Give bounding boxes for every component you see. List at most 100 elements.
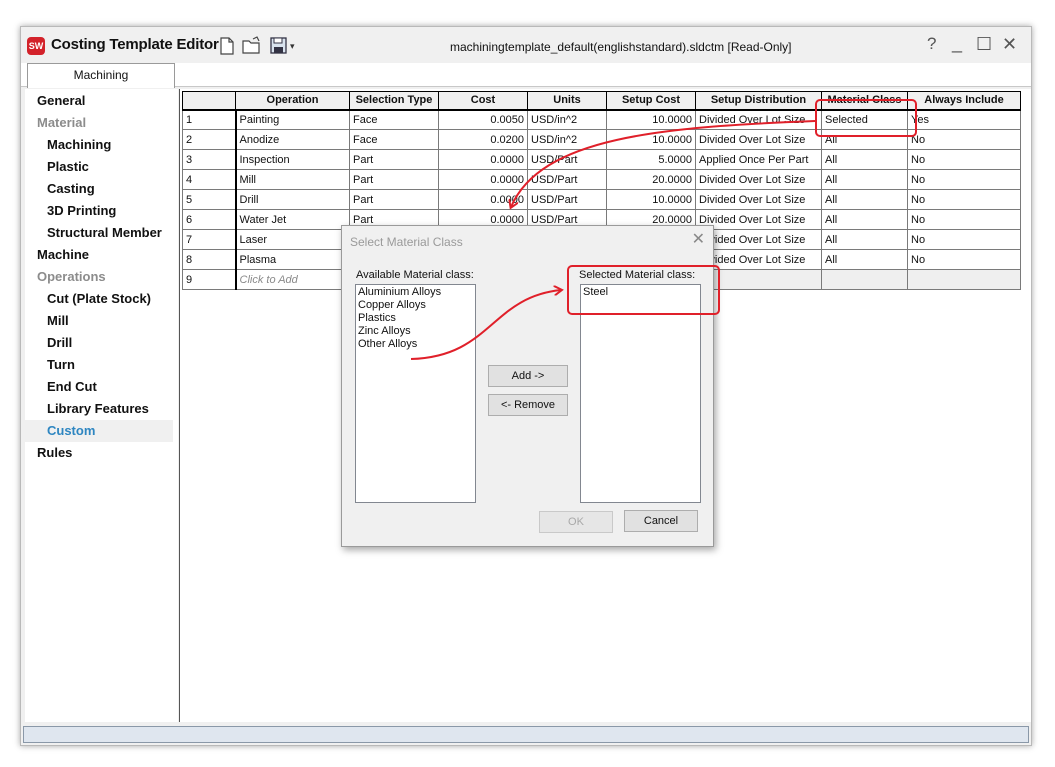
nav-item-machine[interactable]: Machine — [25, 244, 173, 266]
nav-item-cut-plate-stock[interactable]: Cut (Plate Stock) — [25, 288, 173, 310]
nav-item-casting[interactable]: Casting — [25, 178, 173, 200]
nav-item-3d-printing[interactable]: 3D Printing — [25, 200, 173, 222]
column-header-setup-distribution[interactable]: Setup Distribution — [695, 91, 822, 111]
cell-material-class[interactable]: All — [821, 189, 908, 210]
list-item[interactable]: Other Alloys — [358, 338, 473, 351]
minimize-button[interactable]: _ — [952, 33, 962, 53]
open-folder-icon[interactable] — [241, 36, 263, 56]
cell-selection-type[interactable]: Face — [349, 129, 439, 150]
cell-setup-distribution[interactable]: Applied Once Per Part — [695, 149, 822, 170]
remove-button[interactable]: <- Remove — [488, 394, 568, 416]
cell-cost[interactable]: 0.0000 — [438, 149, 528, 170]
table-row[interactable]: 4 Mill Part 0.0000 USD/Part 20.0000 Divided Ov… — [182, 169, 1021, 190]
nav-item-end-cut[interactable]: End Cut — [25, 376, 173, 398]
cell-units[interactable]: USD/Part — [527, 149, 607, 170]
row-number: 4 — [182, 169, 237, 190]
column-header-selection-type[interactable]: Selection Type — [349, 91, 439, 111]
cell-cost[interactable]: 0.0000 — [438, 169, 528, 190]
cell-setup-distribution[interactable]: Divided Over Lot Size — [695, 189, 822, 210]
dropdown-arrow-icon[interactable]: ▾ — [290, 36, 295, 56]
cell-setup-cost[interactable]: 20.0000 — [606, 169, 696, 190]
nav-item-plastic[interactable]: Plastic — [25, 156, 173, 178]
table-row[interactable]: 3 Inspection Part 0.0000 USD/Part 5.0000 Appli… — [182, 149, 1021, 170]
available-material-list[interactable]: Aluminium Alloys Copper Alloys Plastics Zin… — [355, 284, 476, 503]
click-to-add-cell[interactable]: Click to Add — [235, 269, 350, 290]
column-header-setup-cost[interactable]: Setup Cost — [606, 91, 696, 111]
list-item[interactable]: Zinc Alloys — [358, 325, 473, 338]
column-header-always-include[interactable]: Always Include — [907, 91, 1021, 111]
cell-material-class[interactable]: All — [821, 229, 908, 250]
cell-cost[interactable]: 0.0050 — [438, 109, 528, 130]
empty-cell[interactable] — [907, 269, 1021, 290]
cell-always-include[interactable]: Yes — [907, 109, 1021, 130]
help-button[interactable]: ? — [927, 34, 936, 54]
cancel-button[interactable]: Cancel — [624, 510, 698, 532]
list-item[interactable]: Copper Alloys — [358, 299, 473, 312]
cell-selection-type[interactable]: Part — [349, 189, 439, 210]
cell-units[interactable]: USD/Part — [527, 169, 607, 190]
cell-setup-cost[interactable]: 5.0000 — [606, 149, 696, 170]
cell-setup-distribution[interactable]: Divided Over Lot Size — [695, 169, 822, 190]
cell-always-include[interactable]: No — [907, 169, 1021, 190]
cell-always-include[interactable]: No — [907, 189, 1021, 210]
column-header-units[interactable]: Units — [527, 91, 607, 111]
cell-setup-cost[interactable]: 10.0000 — [606, 129, 696, 150]
cell-selection-type[interactable]: Face — [349, 109, 439, 130]
cell-always-include[interactable]: No — [907, 149, 1021, 170]
save-icon[interactable] — [269, 36, 289, 56]
cell-material-class[interactable]: All — [821, 249, 908, 270]
nav-item-turn[interactable]: Turn — [25, 354, 173, 376]
nav-item-rules[interactable]: Rules — [25, 442, 173, 464]
column-header-cost[interactable]: Cost — [438, 91, 528, 111]
cell-units[interactable]: USD/Part — [527, 189, 607, 210]
cell-units[interactable]: USD/in^2 — [527, 129, 607, 150]
ok-button[interactable]: OK — [539, 511, 613, 533]
cell-material-class[interactable]: All — [821, 169, 908, 190]
cell-setup-distribution[interactable]: Divided Over Lot Size — [695, 229, 822, 250]
cell-setup-distribution[interactable]: Divided Over Lot Size — [695, 129, 822, 150]
nav-item-mill[interactable]: Mill — [25, 310, 173, 332]
cell-material-class[interactable]: All — [821, 209, 908, 230]
cell-selection-type[interactable]: Part — [349, 149, 439, 170]
close-button[interactable]: ✕ — [1002, 34, 1017, 54]
cell-material-class[interactable]: All — [821, 149, 908, 170]
cell-selection-type[interactable]: Part — [349, 169, 439, 190]
cell-operation[interactable]: Drill — [235, 189, 350, 210]
cell-setup-cost[interactable]: 10.0000 — [606, 109, 696, 130]
cell-setup-distribution[interactable]: Divided Over Lot Size — [695, 109, 822, 130]
column-header-operation[interactable]: Operation — [235, 91, 350, 111]
cell-operation[interactable]: Anodize — [235, 129, 350, 150]
selected-material-list[interactable]: Steel — [580, 284, 701, 503]
cell-operation[interactable]: Water Jet — [235, 209, 350, 230]
cell-operation[interactable]: Plasma — [235, 249, 350, 270]
cell-always-include[interactable]: No — [907, 249, 1021, 270]
cell-cost[interactable]: 0.0000 — [438, 189, 528, 210]
cell-operation[interactable]: Painting — [235, 109, 350, 130]
nav-item-machining[interactable]: Machining — [25, 134, 173, 156]
add-button[interactable]: Add -> — [488, 365, 568, 387]
nav-item-custom[interactable]: Custom — [25, 420, 173, 442]
nav-item-library-features[interactable]: Library Features — [25, 398, 173, 420]
nav-item-drill[interactable]: Drill — [25, 332, 173, 354]
cell-operation[interactable]: Mill — [235, 169, 350, 190]
cell-always-include[interactable]: No — [907, 229, 1021, 250]
nav-item-general[interactable]: General — [25, 90, 173, 112]
list-item[interactable]: Aluminium Alloys — [358, 286, 473, 299]
table-row[interactable]: 5 Drill Part 0.0000 USD/Part 10.0000 Divided O… — [182, 189, 1021, 210]
list-item[interactable]: Plastics — [358, 312, 473, 325]
cell-always-include[interactable]: No — [907, 209, 1021, 230]
cell-operation[interactable]: Laser — [235, 229, 350, 250]
nav-item-structural-member[interactable]: Structural Member — [25, 222, 173, 244]
tab-machining[interactable]: Machining — [27, 63, 175, 88]
row-header-corner[interactable] — [182, 91, 236, 111]
empty-cell[interactable] — [821, 269, 908, 290]
cell-setup-cost[interactable]: 10.0000 — [606, 189, 696, 210]
dialog-close-icon[interactable]: ✕ — [692, 230, 705, 250]
maximize-button[interactable]: ☐ — [976, 34, 992, 54]
cell-units[interactable]: USD/in^2 — [527, 109, 607, 130]
new-document-icon[interactable] — [219, 36, 235, 56]
cell-always-include[interactable]: No — [907, 129, 1021, 150]
cell-cost[interactable]: 0.0200 — [438, 129, 528, 150]
cell-operation[interactable]: Inspection — [235, 149, 350, 170]
cell-setup-distribution[interactable]: Divided Over Lot Size — [695, 209, 822, 230]
